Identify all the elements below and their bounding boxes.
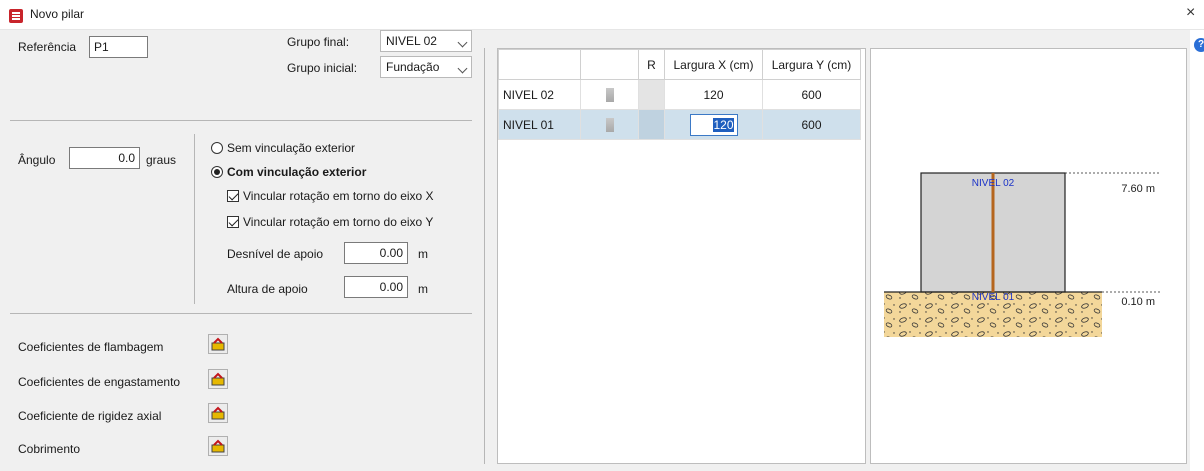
rot-y-checkbox[interactable] <box>227 216 239 228</box>
desnivel-unit: m <box>418 247 428 261</box>
com-vinculacao-label: Com vinculação exterior <box>227 165 367 179</box>
swatch-cell[interactable] <box>580 109 639 140</box>
r-cell[interactable] <box>638 109 665 140</box>
sem-vinculacao-radio[interactable] <box>211 142 223 154</box>
column-preview: NIVEL 02 NIVEL 01 7.60 m 0.10 m <box>870 48 1187 464</box>
rigidez-label: Coeficiente de rigidez axial <box>18 409 162 423</box>
close-button[interactable]: × <box>1186 4 1195 22</box>
top-level-label: NIVEL 02 <box>972 178 1015 189</box>
level-name-cell: NIVEL 01 <box>498 109 581 140</box>
column-header <box>498 49 581 80</box>
column-header-r: R <box>638 49 665 80</box>
dialog-body: Referência P1 Grupo final: NIVEL 02 Grup… <box>0 30 1190 471</box>
table-row[interactable]: NIVEL 01 120 600 <box>498 109 861 140</box>
top-elevation-label: 7.60 m <box>1121 183 1155 195</box>
angulo-input[interactable]: 0.0 <box>69 147 140 169</box>
grupo-inicial-value: Fundação <box>386 60 440 74</box>
column-header-largura-y: Largura Y (cm) <box>762 49 861 80</box>
rot-x-checkbox[interactable] <box>227 190 239 202</box>
window-title: Novo pilar <box>30 7 85 21</box>
flambagem-edit-button[interactable] <box>208 334 228 354</box>
grupo-final-select[interactable]: NIVEL 02 <box>380 30 472 52</box>
bottom-elevation-label: 0.10 m <box>1121 296 1155 308</box>
grupo-final-label: Grupo final: <box>287 35 350 49</box>
table-row[interactable]: NIVEL 02 120 600 <box>498 79 861 110</box>
engastamento-edit-button[interactable] <box>208 369 228 389</box>
level-name-cell: NIVEL 02 <box>498 79 581 110</box>
angulo-unit: graus <box>146 153 177 167</box>
separator <box>10 313 472 314</box>
levels-grid: R Largura X (cm) Largura Y (cm) NIVEL 02… <box>497 48 866 464</box>
com-vinculacao-radio[interactable] <box>211 166 223 178</box>
altura-unit: m <box>418 282 428 296</box>
largura-y-cell[interactable]: 600 <box>762 109 861 140</box>
edit-pencil-icon <box>211 439 225 453</box>
table-header-row: R Largura X (cm) Largura Y (cm) <box>498 49 861 80</box>
app-icon <box>9 9 23 23</box>
angulo-label: Ângulo <box>18 153 56 167</box>
largura-y-cell[interactable]: 600 <box>762 79 861 110</box>
levels-table: R Largura X (cm) Largura Y (cm) NIVEL 02… <box>498 49 861 140</box>
edit-pencil-icon <box>211 337 225 351</box>
largura-x-cell-editing[interactable]: 120 <box>664 109 763 140</box>
rot-y-label: Vincular rotação em torno do eixo Y <box>243 215 434 229</box>
chevron-down-icon <box>457 63 468 74</box>
r-cell[interactable] <box>638 79 665 110</box>
edit-pencil-icon <box>211 406 225 420</box>
title-bar: Novo pilar × <box>0 0 1204 30</box>
bottom-level-label: NIVEL 01 <box>972 292 1015 303</box>
separator <box>10 120 472 121</box>
separator <box>484 48 485 464</box>
chevron-down-icon <box>457 37 468 48</box>
referencia-label: Referência <box>18 40 77 54</box>
grupo-inicial-select[interactable]: Fundação <box>380 56 472 78</box>
section-swatch-icon <box>605 87 614 102</box>
desnivel-label: Desnível de apoio <box>227 247 324 261</box>
flambagem-label: Coeficientes de flambagem <box>18 340 164 354</box>
desnivel-input[interactable]: 0.00 <box>344 242 408 264</box>
referencia-input[interactable]: P1 <box>89 36 148 58</box>
swatch-cell[interactable] <box>580 79 639 110</box>
largura-x-cell[interactable]: 120 <box>664 79 763 110</box>
altura-label: Altura de apoio <box>227 282 308 296</box>
section-swatch-icon <box>605 117 614 132</box>
rot-x-label: Vincular rotação em torno do eixo X <box>243 189 434 203</box>
selected-text: 120 <box>713 117 734 132</box>
grupo-final-value: NIVEL 02 <box>386 34 437 48</box>
altura-input[interactable]: 0.00 <box>344 276 408 298</box>
column-header <box>580 49 639 80</box>
preview-drawing: NIVEL 02 NIVEL 01 7.60 m 0.10 m <box>884 172 1161 337</box>
column-header-largura-x: Largura X (cm) <box>664 49 763 80</box>
largura-x-edit-input[interactable]: 120 <box>689 113 738 136</box>
cobrimento-label: Cobrimento <box>18 442 81 456</box>
cobrimento-edit-button[interactable] <box>208 436 228 456</box>
help-icon[interactable]: ? <box>1194 38 1204 52</box>
rigidez-edit-button[interactable] <box>208 403 228 423</box>
grupo-inicial-label: Grupo inicial: <box>287 61 358 75</box>
engastamento-label: Coeficientes de engastamento <box>18 375 181 389</box>
separator <box>194 134 195 304</box>
edit-pencil-icon <box>211 372 225 386</box>
sem-vinculacao-label: Sem vinculação exterior <box>227 141 356 155</box>
